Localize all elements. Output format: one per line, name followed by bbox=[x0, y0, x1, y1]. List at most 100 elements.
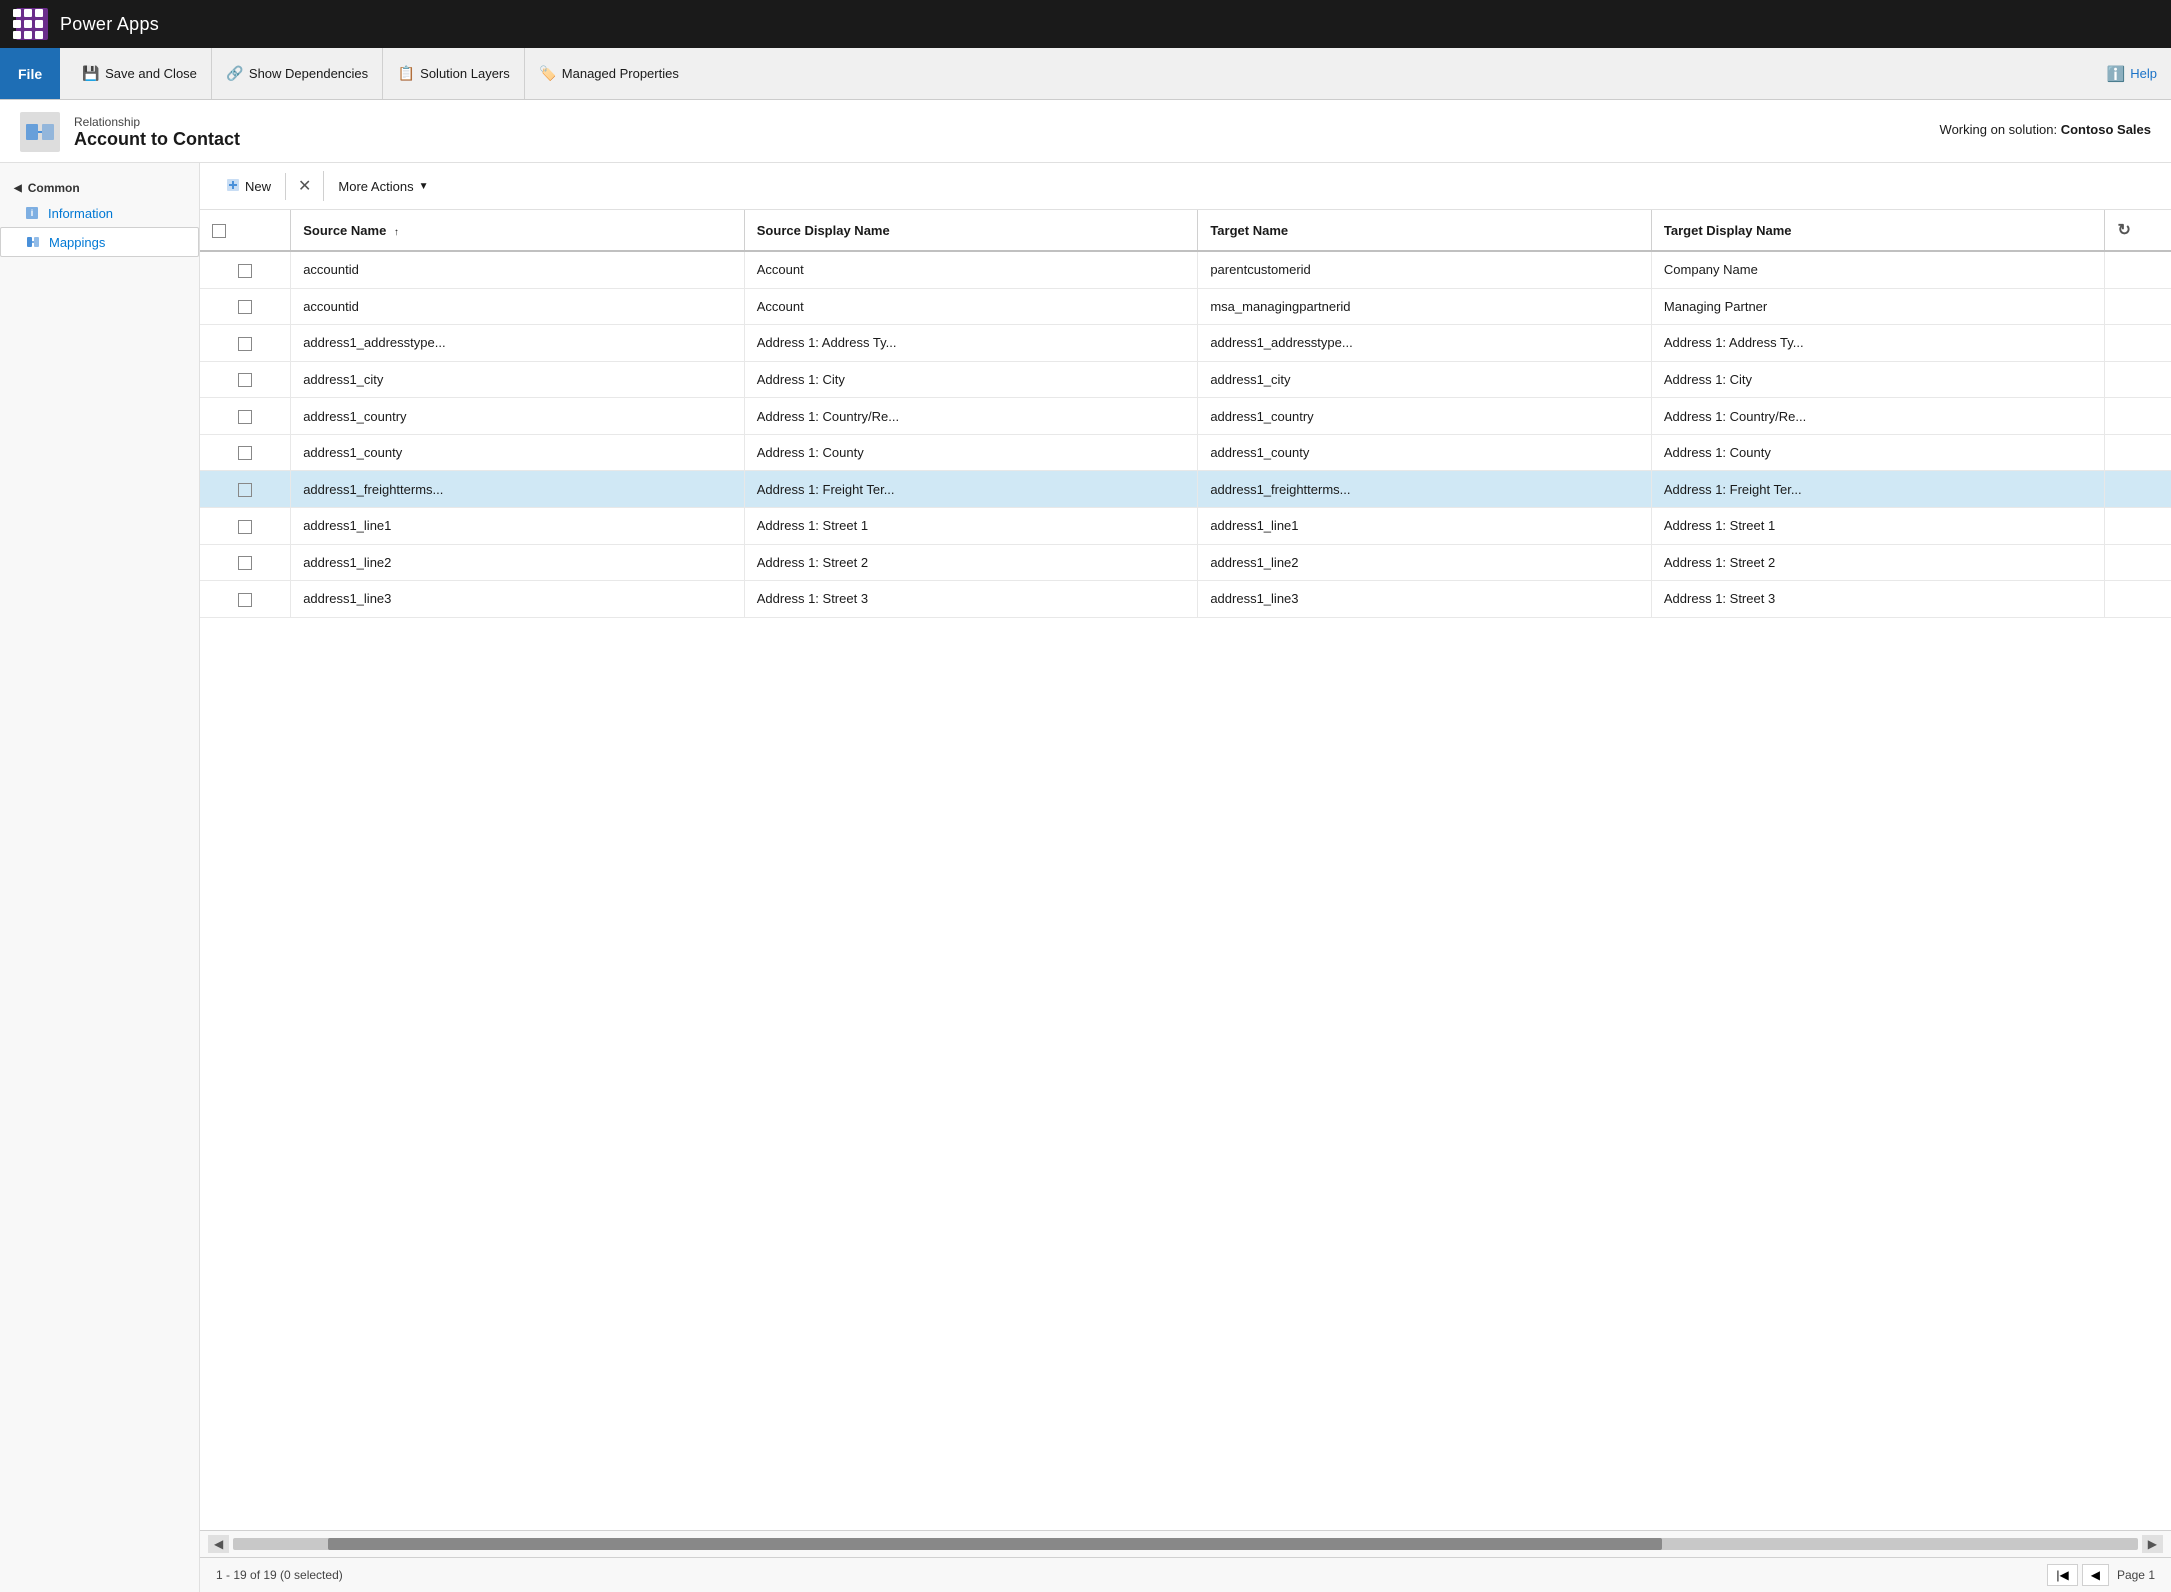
row-checkbox[interactable] bbox=[238, 556, 252, 570]
target-display-name-cell: Address 1: Address Ty... bbox=[1651, 325, 2105, 362]
source-display-name-cell: Address 1: City bbox=[744, 361, 1198, 398]
table-row[interactable]: address1_addresstype...Address 1: Addres… bbox=[200, 325, 2171, 362]
table-row[interactable]: address1_countryAddress 1: Country/Re...… bbox=[200, 398, 2171, 435]
row-checkbox-cell[interactable] bbox=[200, 288, 291, 325]
target-name-cell: address1_addresstype... bbox=[1198, 325, 1652, 362]
row-checkbox-cell[interactable] bbox=[200, 507, 291, 544]
ribbon-managed-properties[interactable]: 🏷️ Managed Properties bbox=[525, 48, 693, 99]
scroll-left-icon[interactable]: ◀ bbox=[208, 1535, 229, 1553]
row-checkbox[interactable] bbox=[238, 520, 252, 534]
scroll-right-icon[interactable]: ▶ bbox=[2142, 1535, 2163, 1553]
file-button[interactable]: File bbox=[0, 48, 60, 99]
content-layout: ◀ Common i Information bbox=[0, 163, 2171, 1592]
row-checkbox[interactable] bbox=[238, 410, 252, 424]
row-action-cell bbox=[2105, 251, 2171, 288]
source-name-cell: address1_freightterms... bbox=[291, 471, 745, 508]
row-checkbox-cell[interactable] bbox=[200, 581, 291, 618]
row-checkbox[interactable] bbox=[238, 446, 252, 460]
sidebar-item-mappings[interactable]: Mappings bbox=[0, 227, 199, 257]
row-checkbox-cell[interactable] bbox=[200, 361, 291, 398]
source-display-name-cell: Address 1: Address Ty... bbox=[744, 325, 1198, 362]
first-page-button[interactable]: |◀ bbox=[2047, 1564, 2077, 1586]
ribbon-solution-layers[interactable]: 📋 Solution Layers bbox=[383, 48, 525, 99]
target-name-cell: msa_managingpartnerid bbox=[1198, 288, 1652, 325]
row-checkbox-cell[interactable] bbox=[200, 251, 291, 288]
source-name-cell: accountid bbox=[291, 251, 745, 288]
page-subtitle: Relationship bbox=[74, 115, 240, 129]
content-toolbar: New ✕ More Actions ▼ bbox=[200, 163, 2171, 210]
information-icon: i bbox=[24, 205, 40, 221]
sidebar: ◀ Common i Information bbox=[0, 163, 200, 1592]
col-select[interactable] bbox=[200, 210, 291, 251]
row-checkbox[interactable] bbox=[238, 593, 252, 607]
source-name-cell: address1_line2 bbox=[291, 544, 745, 581]
row-checkbox[interactable] bbox=[238, 264, 252, 278]
table-row[interactable]: address1_line2Address 1: Street 2address… bbox=[200, 544, 2171, 581]
content-pane: New ✕ More Actions ▼ bbox=[200, 163, 2171, 1592]
row-checkbox[interactable] bbox=[238, 483, 252, 497]
row-action-cell bbox=[2105, 434, 2171, 471]
data-grid[interactable]: Source Name ↑ Source Display Name Target… bbox=[200, 210, 2171, 1530]
ribbon-show-dependencies[interactable]: 🔗 Show Dependencies bbox=[212, 48, 383, 99]
col-target-display-name[interactable]: Target Display Name bbox=[1651, 210, 2105, 251]
table-row[interactable]: address1_line3Address 1: Street 3address… bbox=[200, 581, 2171, 618]
row-action-cell bbox=[2105, 398, 2171, 435]
waffle-menu[interactable] bbox=[16, 8, 48, 40]
source-display-name-cell: Account bbox=[744, 251, 1198, 288]
row-action-cell bbox=[2105, 581, 2171, 618]
col-source-display-name[interactable]: Source Display Name bbox=[744, 210, 1198, 251]
row-checkbox-cell[interactable] bbox=[200, 325, 291, 362]
select-all-checkbox[interactable] bbox=[212, 224, 226, 238]
more-actions-button[interactable]: More Actions ▼ bbox=[324, 174, 442, 199]
table-row[interactable]: accountidAccountmsa_managingpartneridMan… bbox=[200, 288, 2171, 325]
row-checkbox-cell[interactable] bbox=[200, 398, 291, 435]
target-name-cell: address1_county bbox=[1198, 434, 1652, 471]
new-icon bbox=[226, 178, 240, 195]
svg-text:i: i bbox=[31, 208, 34, 218]
row-checkbox-cell[interactable] bbox=[200, 471, 291, 508]
show-dependencies-icon: 🔗 bbox=[226, 65, 244, 83]
help-icon: ℹ️ bbox=[2107, 65, 2126, 83]
row-checkbox-cell[interactable] bbox=[200, 544, 291, 581]
col-source-name[interactable]: Source Name ↑ bbox=[291, 210, 745, 251]
page-header: Relationship Account to Contact Working … bbox=[0, 100, 2171, 163]
horizontal-scrollbar[interactable]: ◀ ▶ bbox=[200, 1530, 2171, 1557]
source-display-name-cell: Address 1: Street 3 bbox=[744, 581, 1198, 618]
table-row[interactable]: address1_freightterms... Address 1: Freig… bbox=[200, 471, 2171, 508]
relationship-icon bbox=[20, 112, 60, 152]
row-checkbox-cell[interactable] bbox=[200, 434, 291, 471]
target-name-cell: address1_line3 bbox=[1198, 581, 1652, 618]
table-body: accountidAccountparentcustomeridCompany … bbox=[200, 251, 2171, 617]
row-checkbox[interactable] bbox=[238, 337, 252, 351]
save-close-icon: 💾 bbox=[82, 65, 100, 83]
sidebar-item-information[interactable]: i Information bbox=[0, 199, 199, 227]
target-display-name-cell: Address 1: Freight Ter... bbox=[1651, 471, 2105, 508]
scroll-track[interactable] bbox=[233, 1538, 2138, 1550]
source-display-name-cell: Account bbox=[744, 288, 1198, 325]
target-display-name-cell: Company Name bbox=[1651, 251, 2105, 288]
refresh-icon[interactable]: ↻ bbox=[2117, 222, 2130, 239]
prev-page-button[interactable]: ◀ bbox=[2082, 1564, 2109, 1586]
row-action-cell bbox=[2105, 361, 2171, 398]
ribbon-items: 💾 Save and Close 🔗 Show Dependencies 📋 S… bbox=[60, 48, 701, 99]
col-refresh[interactable]: ↻ bbox=[2105, 210, 2171, 251]
col-target-name[interactable]: Target Name bbox=[1198, 210, 1652, 251]
new-button[interactable]: New bbox=[212, 173, 286, 200]
row-checkbox[interactable] bbox=[238, 300, 252, 314]
pagination: |◀ ◀ Page 1 bbox=[2047, 1564, 2155, 1586]
ribbon-save-close[interactable]: 💾 Save and Close bbox=[68, 48, 212, 99]
row-action-cell bbox=[2105, 471, 2171, 508]
source-name-cell: address1_city bbox=[291, 361, 745, 398]
help-button[interactable]: ℹ️ Help bbox=[2093, 61, 2171, 87]
table-row[interactable]: address1_cityAddress 1: Cityaddress1_cit… bbox=[200, 361, 2171, 398]
record-count: 1 - 19 of 19 (0 selected) bbox=[216, 1568, 343, 1582]
page-header-left: Relationship Account to Contact bbox=[20, 112, 240, 152]
table-row[interactable]: address1_line1Address 1: Street 1address… bbox=[200, 507, 2171, 544]
row-checkbox[interactable] bbox=[238, 373, 252, 387]
source-display-name-cell: Address 1: Street 2 bbox=[744, 544, 1198, 581]
source-name-cell: accountid bbox=[291, 288, 745, 325]
scroll-thumb[interactable] bbox=[328, 1538, 1661, 1550]
delete-button[interactable]: ✕ bbox=[286, 171, 324, 201]
table-row[interactable]: address1_countyAddress 1: Countyaddress1… bbox=[200, 434, 2171, 471]
table-row[interactable]: accountidAccountparentcustomeridCompany … bbox=[200, 251, 2171, 288]
